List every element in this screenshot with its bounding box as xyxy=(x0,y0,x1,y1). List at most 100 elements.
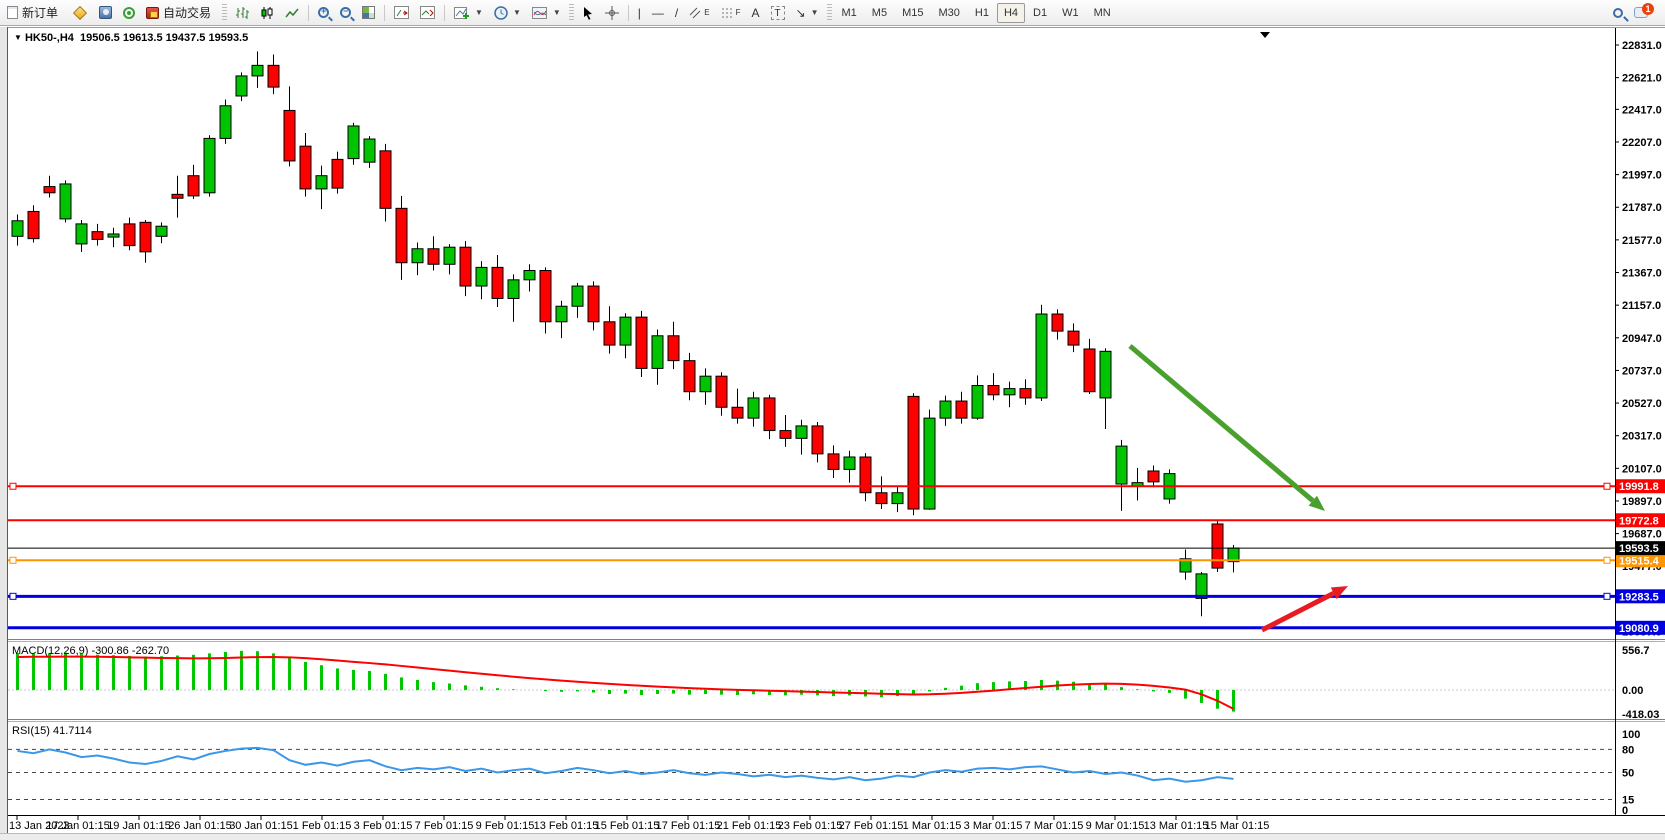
tile-windows-button[interactable] xyxy=(357,2,380,24)
candle-bear xyxy=(284,110,295,161)
dropdown-caret-icon: ▼ xyxy=(553,8,561,17)
text-tool-button[interactable]: A xyxy=(747,2,765,24)
candle-bear xyxy=(124,224,135,246)
tile-windows-icon xyxy=(362,6,375,19)
tab-timeframe-h1[interactable]: H1 xyxy=(968,3,996,23)
candle-bull xyxy=(508,280,519,299)
tab-timeframe-m15[interactable]: M15 xyxy=(895,3,930,23)
crosshair-button[interactable] xyxy=(600,2,624,24)
candle-bear xyxy=(860,457,871,493)
bounce-arrow[interactable] xyxy=(1262,593,1334,630)
periods-button[interactable]: ▼ xyxy=(489,2,526,24)
tab-timeframe-d1[interactable]: D1 xyxy=(1026,3,1054,23)
candle-bull xyxy=(108,234,119,237)
zoom-in-icon: + xyxy=(318,7,329,18)
tab-timeframe-w1[interactable]: W1 xyxy=(1055,3,1086,23)
cursor-button[interactable] xyxy=(577,2,599,24)
candle-bear xyxy=(732,407,743,418)
candle-bear xyxy=(172,194,183,198)
candle-bull xyxy=(1004,389,1015,395)
date-label: 30 Jan 01:15 xyxy=(229,820,293,832)
line-handle[interactable] xyxy=(10,483,16,489)
toolbar-separator xyxy=(444,5,445,21)
fibonacci-tool-button[interactable]: F xyxy=(716,2,746,24)
candlestick-chart-icon xyxy=(260,6,274,20)
line-handle[interactable] xyxy=(10,593,16,599)
clock-icon xyxy=(494,6,508,20)
new-chart-button[interactable]: ▼ xyxy=(449,2,488,24)
candle-bear xyxy=(988,386,999,395)
deposit-button[interactable] xyxy=(67,2,93,24)
toolbar-separator xyxy=(384,5,385,21)
chart-shift-button[interactable] xyxy=(389,2,414,24)
candle-bear xyxy=(780,431,791,439)
search-button[interactable] xyxy=(1608,2,1628,24)
price-tick-label: 21997.0 xyxy=(1622,170,1662,182)
date-label: 7 Feb 01:15 xyxy=(415,820,474,832)
vline-tool-button[interactable]: | xyxy=(633,2,646,24)
rsi-tick-label: 50 xyxy=(1622,768,1634,780)
candle-bull xyxy=(476,267,487,286)
candle-bull xyxy=(972,386,983,419)
line-price-label: 19515.4 xyxy=(1619,555,1660,567)
toolbar-separator xyxy=(308,5,309,21)
line-handle[interactable] xyxy=(1604,483,1610,489)
candle-bull xyxy=(796,426,807,438)
date-label: 19 Jan 01:15 xyxy=(107,820,171,832)
new-order-button[interactable]: 新订单 xyxy=(2,2,66,24)
price-tick-label: 20317.0 xyxy=(1622,431,1662,443)
shift-end-marker[interactable] xyxy=(1260,32,1270,38)
tab-timeframe-m1[interactable]: M1 xyxy=(835,3,864,23)
price-tick-label: 20947.0 xyxy=(1622,333,1662,345)
line-handle[interactable] xyxy=(10,557,16,563)
candle-bull xyxy=(76,224,87,244)
price-tick-label: 22417.0 xyxy=(1622,104,1662,116)
candle-bull xyxy=(412,249,423,263)
price-chart-svg[interactable]: 22831.022621.022417.022207.021997.021787… xyxy=(8,28,1665,834)
zoom-in-button[interactable]: + xyxy=(313,2,334,24)
vline-icon: | xyxy=(638,6,641,20)
candle-bear xyxy=(44,187,55,193)
fibonacci-letter: F xyxy=(736,8,741,17)
bar-chart-button[interactable] xyxy=(230,2,254,24)
toolbar-grip xyxy=(222,4,227,22)
dropdown-caret-icon: ▼ xyxy=(811,8,819,17)
candle-bear xyxy=(764,398,775,431)
chart-autoscroll-button[interactable] xyxy=(415,2,440,24)
notifications-button[interactable]: 1 xyxy=(1629,2,1653,24)
hline-tool-button[interactable]: — xyxy=(647,2,669,24)
macd-tick-label: 556.7 xyxy=(1622,645,1650,657)
tab-timeframe-mn[interactable]: MN xyxy=(1087,3,1118,23)
candle-bull xyxy=(572,286,583,306)
channel-tool-button[interactable]: E xyxy=(684,2,714,24)
tab-timeframe-m5[interactable]: M5 xyxy=(865,3,894,23)
line-handle[interactable] xyxy=(1604,593,1610,599)
line-chart-button[interactable] xyxy=(280,2,304,24)
templates-button[interactable]: ▼ xyxy=(527,2,566,24)
rsi-label: RSI(15) 41.7114 xyxy=(12,725,92,737)
shapes-tool-button[interactable]: ↘ ▼ xyxy=(791,2,824,24)
tab-timeframe-m30[interactable]: M30 xyxy=(931,3,966,23)
trendline-tool-button[interactable]: / xyxy=(670,2,683,24)
rsi-tick-label: 100 xyxy=(1622,729,1640,741)
chart-ohlc: 19506.5 19613.5 19437.5 19593.5 xyxy=(80,32,248,44)
bar-chart-icon xyxy=(235,6,249,20)
candle-bull xyxy=(12,221,23,237)
text-icon: A xyxy=(752,6,760,20)
candle-bull xyxy=(156,226,167,236)
candle-bear xyxy=(636,317,647,368)
label-tool-button[interactable]: T xyxy=(766,2,790,24)
candle-bear xyxy=(812,426,823,454)
profile-button[interactable] xyxy=(94,2,117,24)
tab-timeframe-h4[interactable]: H4 xyxy=(997,3,1025,23)
candle-bear xyxy=(604,322,615,345)
autotrading-button[interactable]: 自动交易 xyxy=(141,2,219,24)
line-handle[interactable] xyxy=(1604,557,1610,563)
candlestick-chart-button[interactable] xyxy=(255,2,279,24)
macd-tick-label: -418.03 xyxy=(1622,709,1659,721)
cursor-icon xyxy=(582,6,594,20)
candle-bull xyxy=(348,126,359,159)
candle-bull xyxy=(364,139,375,162)
signals-button[interactable] xyxy=(118,2,140,24)
zoom-out-button[interactable]: − xyxy=(335,2,356,24)
